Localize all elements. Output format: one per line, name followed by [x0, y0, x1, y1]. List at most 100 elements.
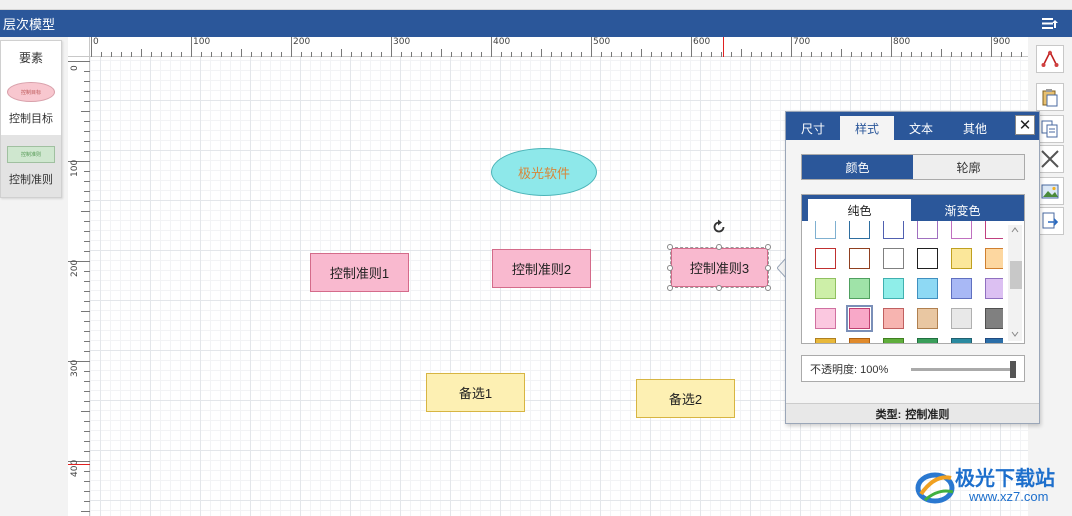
ellipse-node[interactable]: 极光软件	[491, 148, 597, 196]
color-swatch[interactable]	[849, 248, 870, 269]
color-swatch[interactable]	[917, 278, 938, 299]
insert-image-button[interactable]	[1036, 177, 1064, 205]
delete-button[interactable]	[1036, 145, 1064, 173]
color-swatch[interactable]	[849, 338, 870, 343]
color-swatch[interactable]	[985, 308, 1003, 329]
resize-handle[interactable]	[667, 285, 673, 291]
color-swatch[interactable]	[917, 221, 938, 239]
color-swatch[interactable]	[951, 221, 972, 239]
ruler-label: 800	[893, 37, 911, 47]
window-top-strip	[0, 0, 1072, 10]
scroll-up-icon[interactable]	[1008, 225, 1022, 235]
color-mode-button[interactable]: 颜色	[802, 155, 913, 179]
palette-item-label: 控制准则	[9, 173, 53, 186]
ruler-label: 100	[193, 37, 211, 47]
color-swatch[interactable]	[917, 338, 938, 343]
resize-handle[interactable]	[765, 244, 771, 250]
color-swatch-grid	[807, 221, 1003, 343]
ruler-label: 700	[793, 37, 811, 47]
criterion-node-1[interactable]: 控制准则1	[310, 253, 409, 292]
ruler-label: 200	[70, 259, 80, 277]
tab-style[interactable]: 样式	[840, 116, 894, 140]
type-footer: 类型: 控制准则	[786, 403, 1039, 423]
tab-other[interactable]: 其他	[948, 116, 1002, 140]
color-swatch[interactable]	[815, 221, 836, 239]
hierarchy-tool-button[interactable]	[1036, 45, 1064, 73]
color-swatch[interactable]	[985, 278, 1003, 299]
export-button[interactable]	[1036, 207, 1064, 235]
close-panel-button[interactable]: ✕	[1015, 115, 1035, 135]
watermark-logo-icon	[915, 472, 955, 504]
color-swatch[interactable]	[815, 308, 836, 329]
ruler-cursor-marker	[68, 464, 90, 465]
control-goal-thumbnail: 控制目标	[7, 82, 55, 102]
color-swatch[interactable]	[883, 308, 904, 329]
resize-handle[interactable]	[716, 244, 722, 250]
resize-handle[interactable]	[765, 265, 771, 271]
color-swatch[interactable]	[815, 338, 836, 343]
alternative-node-2[interactable]: 备选2	[636, 379, 735, 418]
copy-button[interactable]	[1036, 115, 1064, 143]
opacity-slider-track[interactable]	[911, 368, 1013, 371]
tab-size[interactable]: 尺寸	[786, 116, 840, 140]
color-swatch[interactable]	[951, 308, 972, 329]
resize-handle[interactable]	[716, 285, 722, 291]
panel-tabs: 尺寸 样式 文本 其他	[786, 112, 1039, 140]
paste-icon	[1042, 89, 1058, 107]
color-swatch[interactable]	[883, 221, 904, 239]
color-swatch[interactable]	[985, 248, 1003, 269]
alternative-node-1[interactable]: 备选1	[426, 373, 525, 412]
resize-handle[interactable]	[667, 244, 673, 250]
color-swatch[interactable]	[951, 278, 972, 299]
color-swatch[interactable]	[815, 278, 836, 299]
ruler-label: 300	[393, 37, 411, 47]
color-swatch[interactable]	[883, 338, 904, 343]
rotate-handle-icon[interactable]	[710, 218, 728, 236]
watermark-brand: 极光下载站	[955, 468, 1055, 490]
swatch-scrollbar[interactable]	[1008, 225, 1022, 341]
panel-menu-icon[interactable]	[1042, 17, 1058, 30]
color-swatch[interactable]	[985, 338, 1003, 343]
color-swatch[interactable]	[846, 305, 873, 332]
color-swatch[interactable]	[917, 308, 938, 329]
tab-text[interactable]: 文本	[894, 116, 948, 140]
resize-handle[interactable]	[765, 285, 771, 291]
color-swatch[interactable]	[917, 248, 938, 269]
copy-icon	[1041, 120, 1058, 138]
horizontal-ruler[interactable]: 0 100 200 300 400 500 600 700 800 900	[90, 37, 1028, 57]
color-swatch[interactable]	[951, 338, 972, 343]
color-swatch[interactable]	[883, 278, 904, 299]
color-swatch[interactable]	[849, 221, 870, 239]
opacity-slider-knob[interactable]	[1010, 361, 1016, 378]
palette-item-control-criterion[interactable]: 控制准则 控制准则	[1, 135, 61, 197]
color-swatch[interactable]	[815, 248, 836, 269]
resize-handle[interactable]	[667, 265, 673, 271]
color-swatch[interactable]	[883, 248, 904, 269]
paste-button[interactable]	[1036, 83, 1064, 111]
color-swatch[interactable]	[951, 248, 972, 269]
ruler-label: 400	[70, 459, 80, 477]
outline-mode-button[interactable]: 轮廓	[913, 155, 1024, 179]
scroll-thumb[interactable]	[1010, 261, 1022, 289]
color-swatch[interactable]	[985, 221, 1003, 239]
ruler-label: 0	[70, 65, 80, 71]
window-title: 层次模型	[3, 17, 56, 32]
scroll-down-icon[interactable]	[1008, 329, 1022, 339]
delete-icon	[1041, 150, 1059, 168]
image-icon	[1041, 184, 1059, 199]
control-criterion-thumbnail: 控制准则	[7, 145, 55, 163]
palette-item-label: 控制目标	[9, 113, 53, 125]
ruler-label: 200	[293, 37, 311, 47]
color-picker: 纯色 渐变色	[801, 194, 1025, 344]
ruler-label: 600	[693, 37, 711, 47]
ruler-label: 100	[70, 159, 80, 177]
palette-item-control-goal[interactable]: 控制目标 控制目标	[1, 73, 61, 135]
criterion-node-2[interactable]: 控制准则2	[492, 249, 591, 288]
ruler-label: 900	[993, 37, 1011, 47]
export-icon	[1042, 212, 1059, 229]
tab-solid-color[interactable]: 纯色	[808, 199, 911, 221]
color-swatch[interactable]	[849, 278, 870, 299]
tab-gradient[interactable]: 渐变色	[911, 199, 1014, 221]
watermark-url: www.xz7.com	[969, 489, 1049, 504]
vertical-ruler[interactable]: 0 100 200 300 400	[68, 57, 90, 516]
